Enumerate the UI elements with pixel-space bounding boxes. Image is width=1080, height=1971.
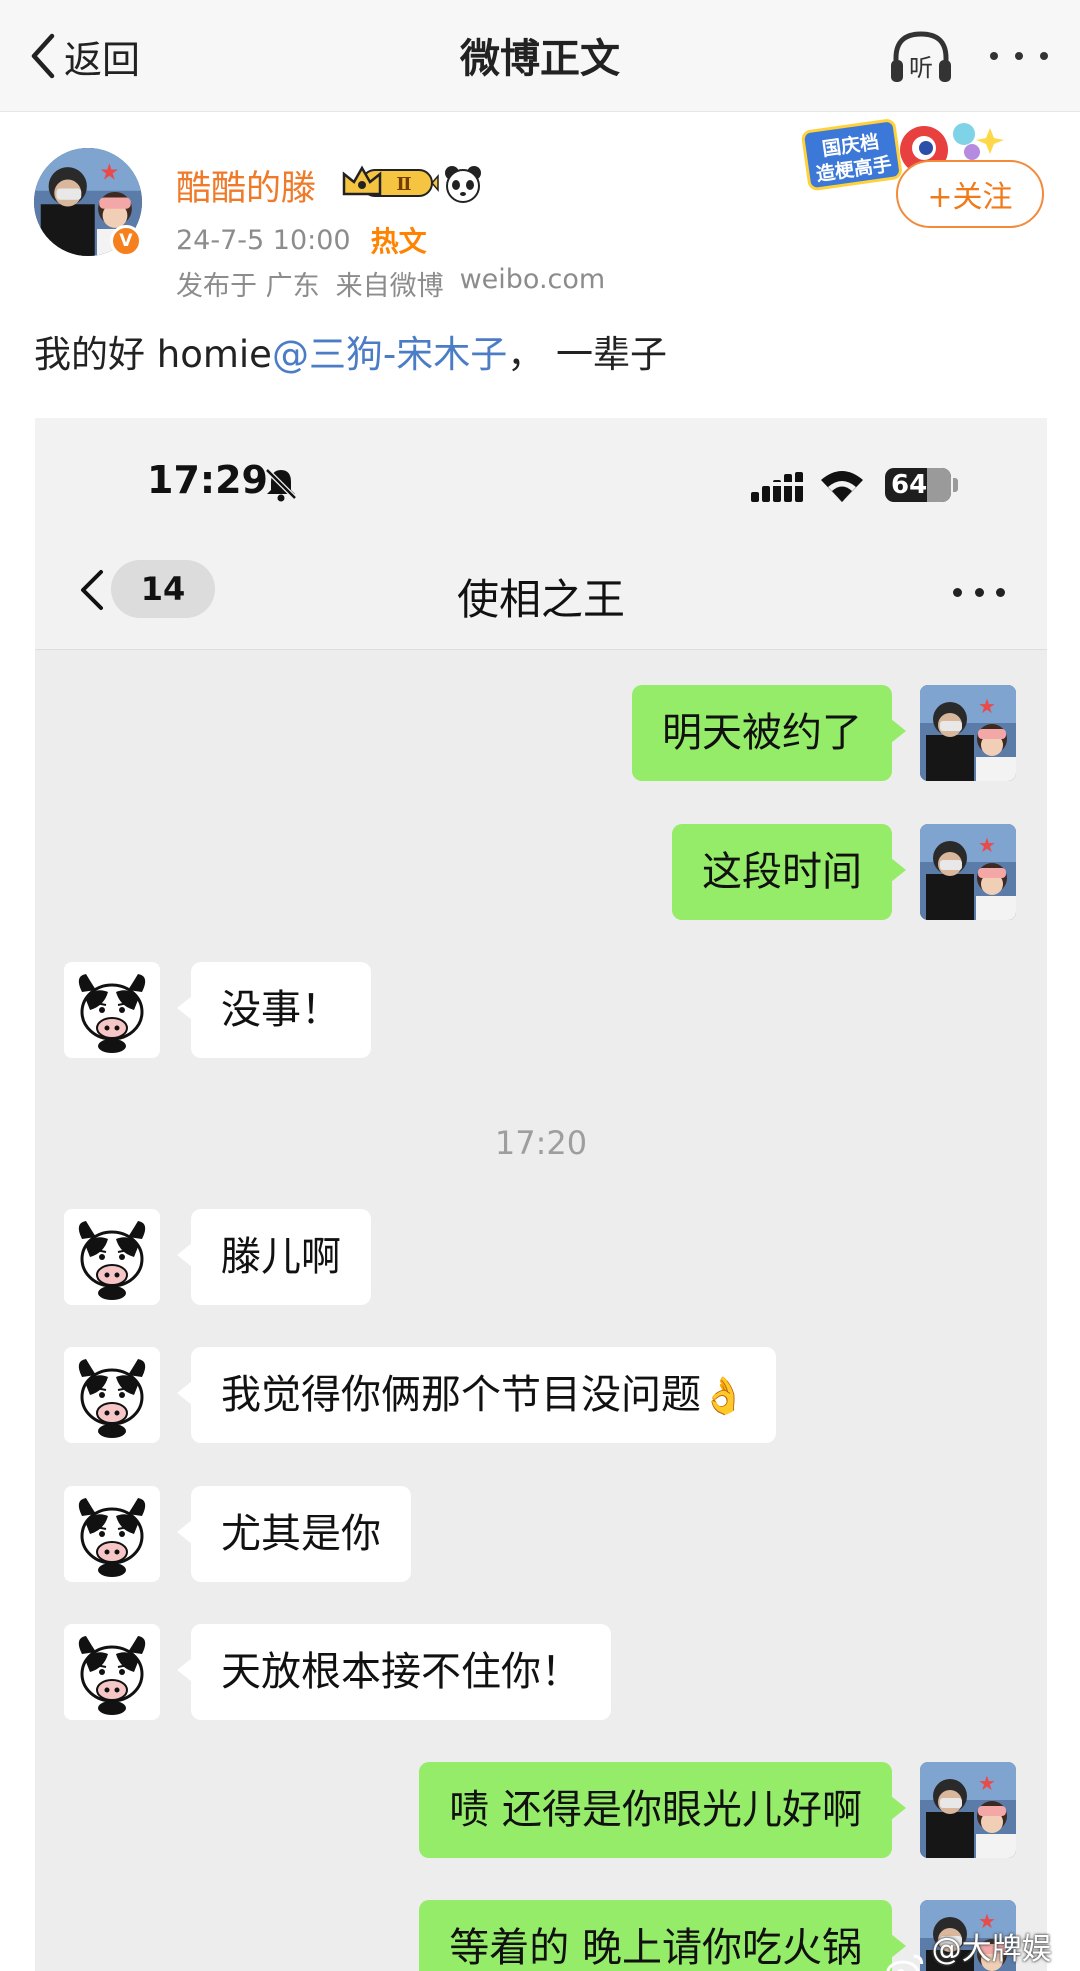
message-row: 尤其是你 <box>35 1486 1047 1582</box>
avatar[interactable] <box>920 685 1016 781</box>
back-button[interactable]: 返回 <box>28 28 140 84</box>
listen-button[interactable]: 听 <box>888 26 954 86</box>
message-row: 我觉得你俩那个节目没问题👌 <box>35 1347 1047 1443</box>
post-text-after: ， 一辈子 <box>507 333 668 376</box>
avatar[interactable] <box>920 824 1016 920</box>
post-text: 我的好 homie@三狗-宋木子， 一辈子 <box>34 324 667 378</box>
post-source: 发布于 广东 来自微博 weibo.com <box>176 264 605 303</box>
more-dot <box>974 587 984 597</box>
post-timestamp: 24-7-5 10:00 <box>176 224 351 256</box>
post-domain: weibo.com <box>459 264 606 295</box>
message-bubble-sent[interactable]: 明天被约了 <box>632 685 906 781</box>
unread-count-badge[interactable]: 14 <box>111 560 215 618</box>
hot-tag: 热文 <box>370 225 427 258</box>
ok-hand-icon: 👌 <box>701 1376 746 1417</box>
battery-icon: 64 <box>885 468 951 502</box>
signal-icon <box>751 472 803 502</box>
svg-text:Ⅱ: Ⅱ <box>396 174 411 195</box>
message-row: 天放根本接不住你！ <box>35 1624 1047 1720</box>
message-row: 没事！ <box>35 962 1047 1058</box>
chevron-left-icon[interactable] <box>71 560 111 620</box>
post-meta: 24-7-5 10:00 热文 <box>176 220 427 260</box>
message-row: 明天被约了 <box>35 685 1047 781</box>
chat-header: 14 使相之王 <box>35 538 1047 650</box>
avatar[interactable] <box>920 1762 1016 1858</box>
top-navigation-bar: 返回 微博正文 听 <box>0 0 1080 112</box>
message-bubble-received[interactable]: 滕儿啊 <box>177 1209 371 1305</box>
message-bubble-received[interactable]: 天放根本接不住你！ <box>177 1624 611 1720</box>
avatar[interactable] <box>64 1486 160 1582</box>
battery-level: 64 <box>891 470 928 500</box>
avatar[interactable] <box>64 962 160 1058</box>
watermark-text: @大牌娱乐 <box>931 1932 1052 1967</box>
phone-status-bar: 17:29 64 <box>35 418 1047 538</box>
message-bubble-received[interactable]: 没事！ <box>177 962 371 1058</box>
chevron-left-icon <box>31 33 55 79</box>
status-time: 17:29 <box>147 458 268 502</box>
message-bubble-sent[interactable]: 等着的 晚上请你吃火锅 <box>419 1900 906 1971</box>
message-bubble-sent[interactable]: 这段时间 <box>672 824 906 920</box>
post-client: 来自微博 <box>335 271 444 302</box>
more-dot <box>953 587 962 597</box>
follow-button[interactable]: +关注 <box>896 160 1044 228</box>
wifi-icon <box>821 471 863 502</box>
message-bubble-received[interactable]: 我觉得你俩那个节目没问题👌 <box>177 1347 776 1443</box>
message-row: 这段时间 <box>35 824 1047 920</box>
crown-icon: Ⅱ <box>342 165 439 197</box>
more-dot <box>990 52 998 60</box>
back-label: 返回 <box>64 37 141 82</box>
time-divider: 17:20 <box>494 1124 588 1162</box>
more-button[interactable] <box>984 36 1054 76</box>
watermark: @大牌娱乐 <box>886 1924 1080 1971</box>
more-dot <box>1040 52 1048 60</box>
verified-icon: V <box>110 225 142 257</box>
bell-off-icon <box>265 468 297 502</box>
weibo-logo-icon <box>886 1954 924 1971</box>
message-row: 滕儿啊 <box>35 1209 1047 1305</box>
post-image[interactable]: 17:29 64 14 使相之王 明天被约了 这段时间 没事！ 17:20 滕儿… <box>35 418 1047 1971</box>
avatar[interactable] <box>64 1624 160 1720</box>
more-dot <box>996 587 1005 597</box>
more-dot <box>1015 52 1023 60</box>
message-text: 我觉得你俩那个节目没问题 <box>221 1372 701 1418</box>
svg-text:听: 听 <box>909 54 933 82</box>
battery-fill <box>927 468 951 502</box>
post-location: 发布于 广东 <box>176 271 320 302</box>
avatar[interactable] <box>64 1209 160 1305</box>
battery-tip <box>953 478 958 492</box>
author-name[interactable]: 酷酷的滕 <box>176 160 316 211</box>
message-row: 啧 还得是你眼光儿好啊 <box>35 1762 1047 1858</box>
panda-icon <box>445 166 481 203</box>
post-text-before: 我的好 homie <box>34 333 272 376</box>
message-bubble-sent[interactable]: 啧 还得是你眼光儿好啊 <box>419 1762 906 1858</box>
headphones-icon: 听 <box>891 31 951 82</box>
more-icon[interactable] <box>953 580 1005 604</box>
avatar[interactable] <box>64 1347 160 1443</box>
mention-link[interactable]: @三狗-宋木子 <box>272 333 507 376</box>
message-bubble-received[interactable]: 尤其是你 <box>177 1486 411 1582</box>
